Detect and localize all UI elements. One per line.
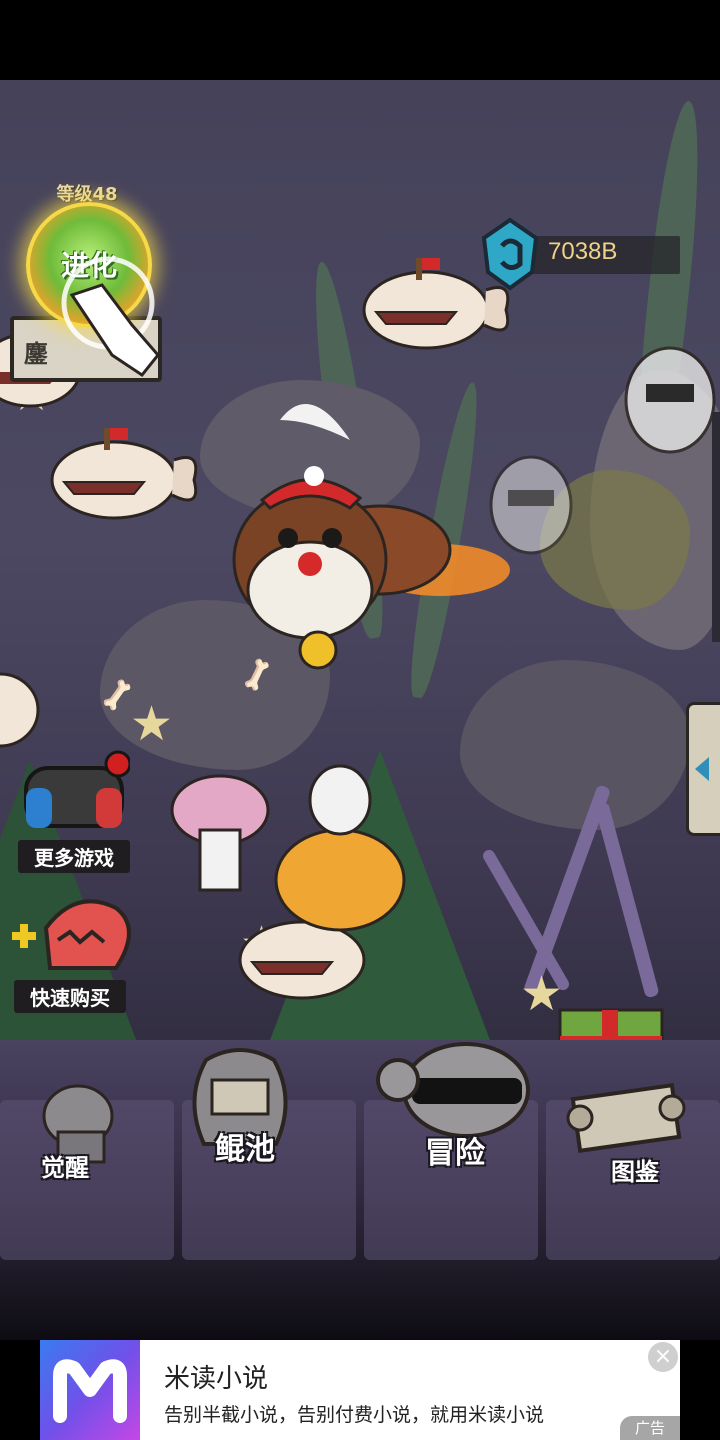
right-edge-strip <box>712 412 720 642</box>
ad-description: 告别半截小说，告别付费小说，就用米读小说 <box>164 1404 545 1426</box>
adventure-button[interactable]: 冒险 <box>370 1040 540 1200</box>
ad-banner[interactable]: 米读小说 告别半截小说，告别付费小说，就用米读小说 × 广告 <box>40 1340 680 1440</box>
quick-buy-button[interactable]: 快速购买 <box>6 888 142 1013</box>
quick-buy-label: 快速购买 <box>14 980 126 1013</box>
ad-tag: 广告 <box>620 1416 680 1440</box>
red-fish-plus-icon <box>12 899 131 970</box>
gamepad-icon <box>24 750 132 828</box>
side-drawer-tab[interactable] <box>686 702 720 836</box>
currency-display: 7038B <box>478 216 684 292</box>
awaken-button[interactable]: 觉醒 <box>0 1040 170 1200</box>
more-games-button[interactable]: 更多游戏 <box>18 748 132 873</box>
adventure-label: 冒险 <box>425 1136 485 1171</box>
coral <box>594 801 660 999</box>
arrow-left-icon <box>695 757 709 781</box>
bottom-menu: 觉醒 鲲池 冒险 图鉴 <box>0 1040 720 1340</box>
codex-button[interactable]: 图鉴 <box>552 1040 720 1200</box>
crystal-gem-icon <box>481 217 539 291</box>
bone: 🦴 <box>98 676 134 714</box>
midu-app-logo-icon <box>40 1340 140 1440</box>
kun-pool-button[interactable]: 鲲池 <box>170 1040 340 1200</box>
kun-pool-label: 鲲池 <box>215 1132 275 1167</box>
scroll-book-icon <box>566 1083 686 1153</box>
rock <box>460 660 690 830</box>
reindeer-kun-creature[interactable] <box>210 380 520 680</box>
star-decoration: ★ <box>130 696 174 752</box>
currency-value: 7038B <box>548 238 618 265</box>
ghost-creature[interactable] <box>620 340 720 460</box>
status-bar <box>0 0 720 80</box>
shark-fish-creature[interactable] <box>44 420 204 530</box>
ad-close-button[interactable]: × <box>648 1342 678 1372</box>
codex-label: 图鉴 <box>611 1158 659 1186</box>
ad-title: 米读小说 <box>164 1364 269 1394</box>
ghost-creature[interactable] <box>486 450 576 560</box>
shark-fish-creature[interactable] <box>0 660 40 760</box>
awaken-label: 觉醒 <box>41 1154 89 1182</box>
more-games-label: 更多游戏 <box>18 840 130 873</box>
tap-hand-icon <box>61 256 160 378</box>
pumpkin-jellyfish-creature[interactable] <box>150 760 450 960</box>
game-scene[interactable]: ★ ★ ★ ★ 🦴 🦴 <box>0 80 720 1110</box>
